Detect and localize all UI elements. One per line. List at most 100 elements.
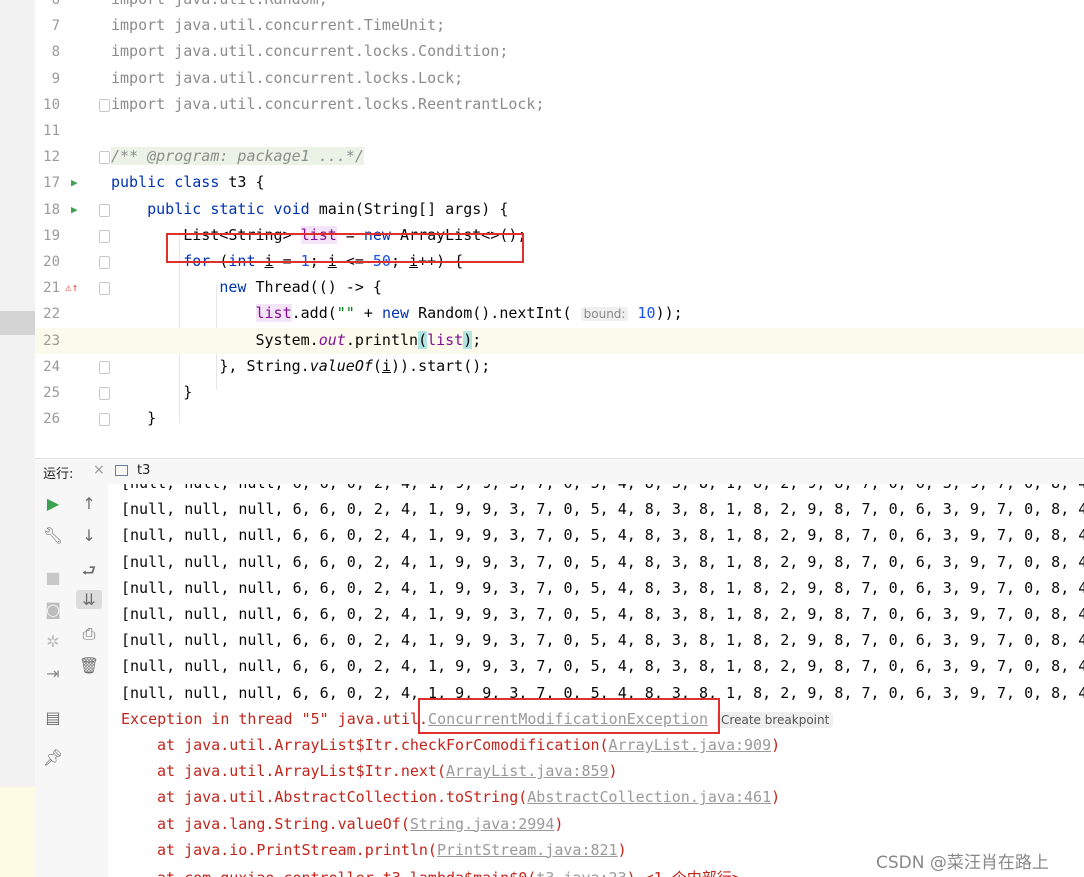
code-token: +	[354, 304, 382, 323]
line-number[interactable]: 20	[35, 254, 60, 270]
code-token: import java.util.concurrent.locks.Condit…	[111, 42, 509, 61]
code-token: out	[318, 330, 346, 349]
code-line[interactable]: 9 import java.util.concurrent.locks.Lock;	[35, 66, 1084, 92]
code-line[interactable]: 21 ⚠↑ new Thread(() -> {	[35, 275, 1084, 301]
output-text: [null, null, null, 6, 6, 0, 2, 4, 1, 9, …	[121, 605, 1084, 623]
code-text: import java.util.concurrent.locks.Lock;	[111, 69, 463, 87]
code-token: new	[219, 278, 256, 297]
lambda-gutter-icon[interactable]: ⚠↑	[65, 281, 78, 294]
scroll-to-end-icon[interactable]: ⇊	[76, 590, 102, 609]
code-line[interactable]: 17 ▶ public class t3 {	[35, 170, 1084, 196]
output-text: [null, null, null, 6, 6, 0, 2, 4, 1, 9, …	[121, 500, 1084, 519]
line-number[interactable]: 19	[35, 228, 60, 244]
code-editor[interactable]: 6 import java.util.Random; 7 import java.ut…	[35, 0, 1084, 458]
stop-icon[interactable]: ■	[35, 568, 71, 587]
console-line: [null, null, null, 6, 6, 0, 2, 4, 1, 9, …	[121, 579, 1084, 597]
stack-frame-tail: )	[771, 736, 781, 754]
line-number[interactable]: 21	[35, 280, 60, 296]
exception-prefix: Exception in thread "5" java.util.	[121, 709, 429, 728]
fold-marker-icon[interactable]	[99, 282, 110, 296]
stack-frame-link[interactable]: ArrayList.java:859	[446, 762, 609, 780]
stack-frame-text: at java.io.PrintStream.println(	[157, 840, 437, 859]
run-gutter-icon[interactable]: ▶	[71, 203, 78, 216]
code-line[interactable]: 25 }	[35, 380, 1084, 406]
code-text: import java.util.concurrent.locks.Reentr…	[111, 95, 544, 113]
code-line[interactable]: 26 }	[35, 406, 1084, 432]
fold-marker-icon[interactable]	[99, 229, 110, 243]
line-number[interactable]: 26	[35, 411, 60, 427]
run-tab-t3[interactable]: t3	[137, 463, 150, 478]
line-number[interactable]: 18	[35, 202, 60, 218]
fold-marker-icon[interactable]	[99, 203, 110, 217]
code-line[interactable]: 11	[35, 118, 1084, 144]
line-number[interactable]: 7	[35, 18, 60, 34]
line-number[interactable]: 17	[35, 175, 60, 191]
code-line[interactable]: 24 }, String.valueOf(i)).start();	[35, 354, 1084, 380]
down-arrow-icon[interactable]: ↓	[71, 526, 107, 545]
output-text: [null, null, null, 6, 6, 0, 2, 4, 1, 9, …	[121, 631, 1084, 650]
console-line: at java.util.ArrayList$Itr.next(ArrayLis…	[157, 762, 618, 780]
console-line: at com.guxiao.controller.t3.lambda$main$…	[157, 867, 741, 877]
stack-frame-link[interactable]: String.java:2994	[410, 815, 555, 833]
code-line[interactable]: 6 import java.util.Random;	[35, 0, 1084, 13]
run-toolbar-left: ▶ 🔧︎ ■ ◙ ✲ ⇥ ▤ 📌︎	[35, 484, 72, 877]
pin-icon[interactable]: 📌︎	[35, 748, 71, 767]
wrench-icon[interactable]: 🔧︎	[35, 526, 71, 545]
fold-marker-icon[interactable]	[99, 98, 110, 112]
line-number[interactable]: 6	[35, 0, 60, 8]
stack-frame-tail: )	[554, 814, 564, 833]
stack-frame-link[interactable]: AbstractCollection.java:461	[527, 788, 771, 806]
line-number[interactable]: 22	[35, 306, 60, 322]
stack-frame-text: at java.lang.String.valueOf(	[157, 814, 410, 833]
code-line[interactable]: 23 System.out.println(list);	[35, 327, 1084, 354]
run-gutter-icon[interactable]: ▶	[71, 176, 78, 189]
line-number[interactable]: 9	[35, 71, 60, 87]
line-number[interactable]: 11	[35, 123, 60, 139]
code-token: }	[111, 409, 157, 428]
left-strip-selection	[0, 311, 35, 335]
fold-marker-icon[interactable]	[99, 151, 110, 165]
exit-icon[interactable]: ⇥	[35, 664, 71, 683]
print-icon[interactable]: ⎙	[71, 624, 107, 644]
soft-wrap-icon[interactable]: ⮐	[71, 560, 107, 587]
code-line[interactable]: 8 import java.util.concurrent.locks.Condi…	[35, 39, 1084, 65]
code-token: System.	[111, 330, 319, 349]
left-strip-highlight	[0, 787, 35, 877]
code-token: import java.util.concurrent.TimeUnit;	[111, 16, 446, 35]
layout-icon[interactable]: ▤	[35, 708, 71, 727]
line-number[interactable]: 12	[35, 149, 60, 165]
code-line[interactable]: 12 /** @program: package1 ...*/	[35, 144, 1084, 170]
run-icon[interactable]: ▶	[35, 494, 71, 513]
fold-marker-icon[interactable]	[99, 256, 110, 269]
settings-icon[interactable]: ✲	[35, 632, 71, 651]
console-line: at java.util.ArrayList$Itr.checkForComod…	[157, 736, 780, 754]
trash-icon[interactable]: 🗑︎	[71, 656, 107, 675]
stack-frame-link[interactable]: t3.java:23	[536, 869, 626, 877]
stack-frame-tail: )	[771, 788, 781, 807]
tab-close-icon[interactable]: ×	[93, 462, 105, 478]
stack-frame-link[interactable]: PrintStream.java:821	[437, 841, 618, 859]
code-line[interactable]: 7 import java.util.concurrent.TimeUnit;	[35, 13, 1084, 39]
camera-icon[interactable]: ◙	[35, 600, 71, 619]
up-arrow-icon[interactable]: ↑	[71, 494, 107, 513]
code-line[interactable]: 22 list.add("" + new Random().nextInt( b…	[35, 301, 1084, 327]
stack-frame-tail: )	[617, 840, 627, 859]
code-line[interactable]: 18 ▶ public static void main(String[] arg…	[35, 197, 1084, 223]
console-output[interactable]: [null, null, null, 6, 6, 0, 2, 4, 1, 9, …	[108, 484, 1084, 877]
code-token: import java.util.concurrent.locks.Lock;	[111, 68, 464, 87]
line-number[interactable]: 8	[35, 44, 60, 60]
stack-frame-link[interactable]: ArrayList.java:909	[609, 736, 772, 754]
line-number[interactable]: 10	[35, 97, 60, 113]
fold-marker-icon[interactable]	[99, 413, 110, 427]
line-number[interactable]: 24	[35, 359, 60, 375]
code-token: import java.util.Random;	[111, 0, 328, 8]
code-text: }	[111, 383, 192, 401]
line-number[interactable]: 25	[35, 385, 60, 401]
code-token: i	[381, 356, 391, 375]
code-line[interactable]: 10 import java.util.concurrent.locks.Reen…	[35, 92, 1084, 118]
create-breakpoint-button[interactable]: Create breakpoint	[717, 711, 834, 728]
fold-marker-icon[interactable]	[99, 360, 110, 374]
line-number[interactable]: 23	[35, 333, 60, 349]
console-line: [null, null, null, 6, 6, 0, 2, 4, 1, 9, …	[121, 553, 1084, 571]
fold-marker-icon[interactable]	[99, 387, 110, 400]
